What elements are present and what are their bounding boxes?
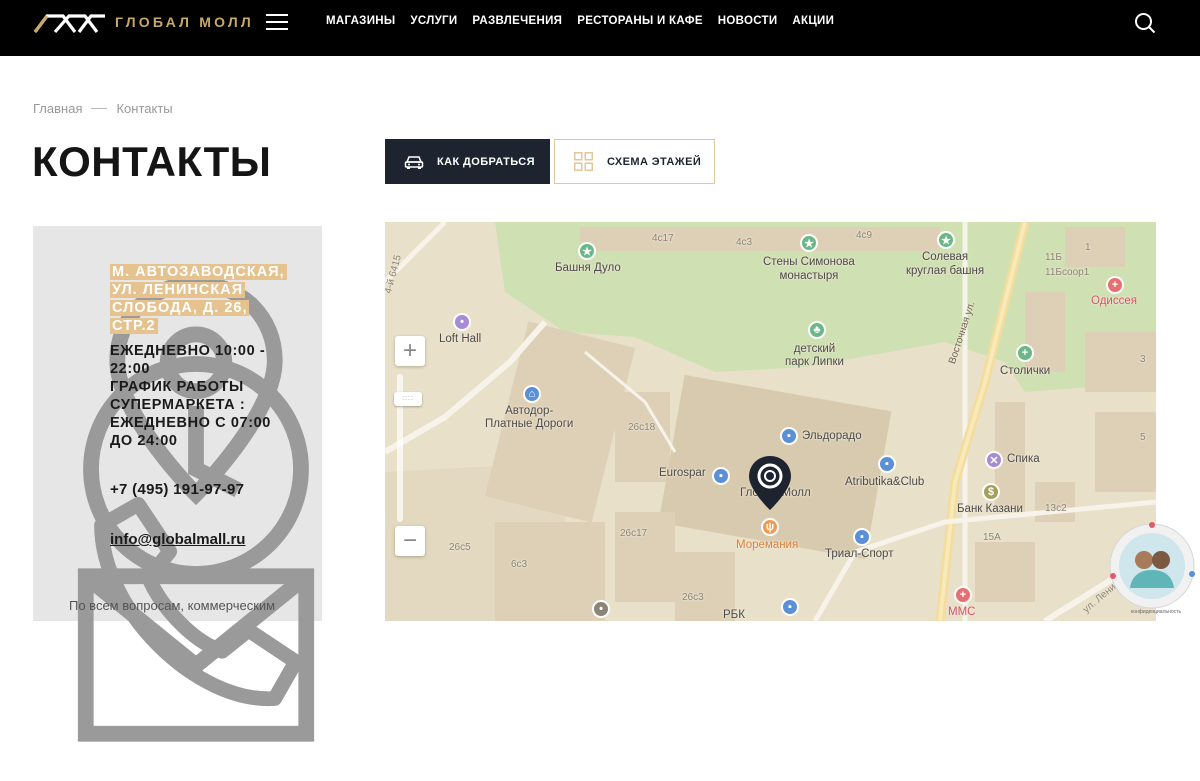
map-building-number: 4с3	[736, 237, 753, 248]
landmark-poi-icon[interactable]: ★	[937, 231, 955, 249]
site-header: ГЛОБАЛ МОЛЛ МАГАЗИНЫ УСЛУГИ РАЗВЛЕЧЕНИЯ …	[0, 0, 1200, 56]
map-label-lofthall: Loft Hall	[439, 333, 482, 345]
park-poi-icon[interactable]: ♣	[808, 321, 826, 339]
map-building-number: 26с18	[628, 422, 656, 433]
menu-burger-icon[interactable]	[266, 14, 288, 30]
brand-logo-icon[interactable]	[33, 12, 113, 34]
breadcrumb-separator	[91, 108, 108, 109]
location-map[interactable]: ★ Башня Дуло ★ Стены Симонова монастыря …	[385, 222, 1156, 621]
nav-services[interactable]: УСЛУГИ	[410, 15, 457, 27]
nav-restaurants[interactable]: РЕСТОРАНЫ И КАФЕ	[577, 15, 703, 27]
supermarket-poi-icon[interactable]: ▪	[712, 467, 730, 485]
zoom-out-button[interactable]: −	[395, 526, 425, 556]
map-label-stolichki: Столички	[1000, 365, 1051, 377]
map-label-solevaya: Солевая круглая башня	[906, 251, 985, 277]
map-building-number: 26с3	[682, 592, 704, 603]
media-poi-icon[interactable]: ▪	[781, 598, 799, 616]
venue-poi-icon[interactable]: •	[592, 600, 610, 618]
breadcrumb: Главная Контакты	[33, 101, 173, 116]
map-building-number: 6с3	[511, 559, 528, 570]
restaurant-poi-icon[interactable]: ψ	[761, 518, 779, 536]
contacts-panel: М. АВТОЗАВОДСКАЯ, УЛ. ЛЕНИНСКАЯ СЛОБОДА,…	[33, 226, 322, 742]
map-building-number: 5	[1140, 432, 1146, 443]
map-label-mms: ММС	[948, 606, 976, 618]
map-label-bashnya: Башня Дуло	[555, 262, 621, 274]
map-label-park: детский парк Липки	[785, 343, 844, 368]
floor-plan-label: СХЕМА ЭТАЖЕЙ	[607, 155, 702, 168]
map-building-number: 4с17	[652, 233, 674, 244]
brand-name[interactable]: ГЛОБАЛ МОЛЛ	[115, 14, 254, 30]
map-building-number: 13с2	[1045, 503, 1067, 514]
cinema-poi-icon[interactable]: ✕	[985, 451, 1003, 469]
how-to-get-button[interactable]: КАК ДОБРАТЬСЯ	[385, 139, 550, 184]
map-building-number: 4с9	[856, 230, 873, 241]
how-to-get-label: КАК ДОБРАТЬСЯ	[437, 155, 535, 168]
main-nav: МАГАЗИНЫ УСЛУГИ РАЗВЛЕЧЕНИЯ РЕСТОРАНЫ И …	[326, 15, 849, 27]
map-label-spika: Спика	[1007, 453, 1040, 465]
email-link[interactable]: info@globalmall.ru	[110, 531, 245, 548]
map-label-avtodor: Автодор- Платные Дороги	[485, 405, 574, 430]
bank-poi-icon[interactable]: $	[982, 483, 1000, 501]
page-title: КОНТАКТЫ	[32, 138, 272, 185]
breadcrumb-current: Контакты	[116, 101, 173, 116]
mail-icon	[77, 568, 315, 742]
nav-entertainment[interactable]: РАЗВЛЕЧЕНИЯ	[472, 15, 562, 27]
widget-privacy-caption[interactable]: конфиденциальность	[1131, 609, 1181, 615]
map-building-number: 26с5	[449, 542, 471, 553]
nav-shops[interactable]: МАГАЗИНЫ	[326, 15, 395, 27]
map-label-odisseya: Одиссея	[1091, 295, 1137, 307]
map-building-number: 11Бсоор1	[1045, 267, 1090, 278]
opening-hours: ЕЖЕДНЕВНО 10:00 - 22:00 ГРАФИК РАБОТЫ СУ…	[110, 343, 271, 449]
map-building-number: 3	[1140, 354, 1146, 365]
clothing-poi-icon[interactable]: ▪	[878, 455, 896, 473]
mall-location-marker-icon[interactable]	[747, 454, 793, 512]
medical-poi-icon[interactable]: +	[1106, 276, 1124, 294]
floor-plan-button[interactable]: СХЕМА ЭТАЖЕЙ	[554, 139, 715, 184]
shop-poi-icon[interactable]: ▪	[780, 427, 798, 445]
map-label-eurospar: Eurospar	[659, 467, 706, 479]
sport-shop-poi-icon[interactable]: ▪	[853, 528, 871, 546]
map-building-number: 1	[1085, 242, 1091, 253]
search-icon[interactable]	[1134, 12, 1156, 34]
grid-icon	[574, 152, 593, 171]
map-building-number: 15А	[983, 532, 1001, 543]
car-icon	[404, 155, 424, 169]
map-label-atributika: Atributika&Club	[845, 476, 925, 488]
map-label-moremaniya: Моремания	[736, 539, 799, 551]
pharmacy-poi-icon[interactable]: +	[1016, 344, 1034, 362]
venue-poi-icon[interactable]: •	[453, 313, 471, 331]
office-poi-icon[interactable]: ⌂	[523, 385, 541, 403]
zoom-in-button[interactable]: +	[395, 336, 425, 366]
phone-link[interactable]: +7 (495) 191-97-97	[110, 481, 244, 498]
map-label-steny: Стены Симонова монастыря	[763, 256, 855, 282]
map-label-rbk: РБК	[723, 609, 745, 621]
clinic-poi-icon[interactable]: +	[954, 586, 972, 604]
nav-promotions[interactable]: АКЦИИ	[792, 15, 834, 27]
chat-widget-icon[interactable]	[1108, 522, 1196, 618]
map-label-trialsport: Триал-Спорт	[825, 548, 894, 560]
breadcrumb-home[interactable]: Главная	[33, 101, 82, 116]
address-text: М. АВТОЗАВОДСКАЯ, УЛ. ЛЕНИНСКАЯ СЛОБОДА,…	[110, 264, 287, 334]
contacts-footnote: По всем вопросам, коммерческим	[69, 598, 276, 613]
map-label-eldorado: Эльдорадо	[802, 430, 862, 442]
zoom-slider-handle[interactable]: ::::	[394, 392, 422, 406]
landmark-poi-icon[interactable]: ★	[578, 242, 596, 260]
map-building-number: 11Б	[1045, 252, 1062, 263]
map-label-bankkazani: Банк Казани	[957, 503, 1023, 515]
landmark-poi-icon[interactable]: ★	[800, 234, 818, 252]
nav-news[interactable]: НОВОСТИ	[718, 15, 778, 27]
map-building-number: 26с17	[620, 528, 648, 539]
